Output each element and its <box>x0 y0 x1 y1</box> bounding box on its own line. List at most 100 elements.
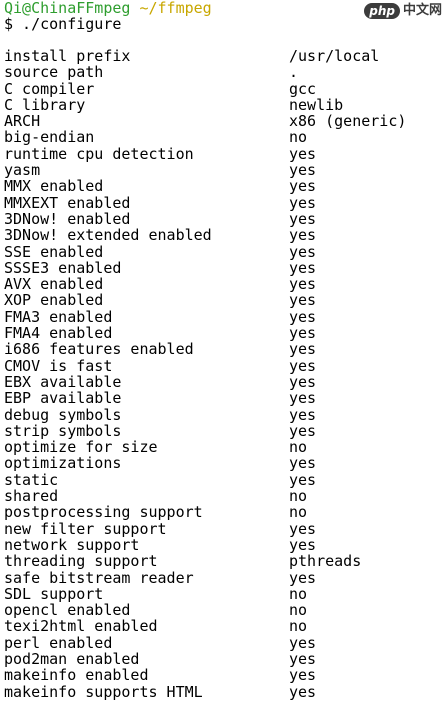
output-key: makeinfo supports HTML <box>4 682 203 701</box>
output-row: 3DNow! extended enabled yes <box>4 226 406 245</box>
configure-output: install prefix/usr/local source path. C co… <box>4 48 406 700</box>
output-key: ARCH <box>4 112 41 131</box>
output-key: debug symbols <box>4 405 122 424</box>
output-value: yes <box>289 258 317 277</box>
output-row: makeinfo enabled yes <box>4 666 406 685</box>
output-row: makeinfo supports HTML yes <box>4 682 406 701</box>
output-row: FMA4 enabled yes <box>4 324 406 343</box>
output-key: optimizations <box>4 454 122 473</box>
output-key: shared <box>4 487 59 506</box>
output-value: yes <box>289 242 317 261</box>
command-line: $ ./configure <box>4 15 122 33</box>
output-key: C library <box>4 95 86 114</box>
output-row: AVX enabled yes <box>4 275 406 294</box>
output-value: yes <box>289 307 317 326</box>
output-key: strip symbols <box>4 421 122 440</box>
output-value: no <box>289 128 308 147</box>
output-value: yes <box>289 275 317 294</box>
output-value: yes <box>289 226 317 245</box>
output-row: perl enabled yes <box>4 633 406 652</box>
output-row: texi2html enabled no <box>4 617 406 636</box>
output-key: network support <box>4 535 140 554</box>
output-key: FMA4 enabled <box>4 324 113 343</box>
output-row: ARCH x86 (generic) <box>4 112 406 131</box>
output-value: yes <box>289 519 317 538</box>
output-value: no <box>289 503 308 522</box>
output-row: 3DNow! enabled yes <box>4 209 406 228</box>
output-row: source path. <box>4 63 406 82</box>
output-key: EBP available <box>4 389 122 408</box>
output-key: AVX enabled <box>4 275 104 294</box>
output-value: yes <box>289 291 317 310</box>
output-row: pod2man enabled yes <box>4 649 406 668</box>
output-row: postprocessing support no <box>4 503 406 522</box>
output-value: yes <box>289 389 317 408</box>
output-key: postprocessing support <box>4 503 203 522</box>
output-row: EBP available yes <box>4 389 406 408</box>
output-row: C compiler gcc <box>4 79 406 98</box>
output-value: yes <box>289 421 317 440</box>
prompt-path: ~/ffmpeg <box>139 0 212 17</box>
output-value: yes <box>289 356 317 375</box>
output-key: source path <box>4 63 104 82</box>
output-key: safe bitstream reader <box>4 568 194 587</box>
output-row: SSSE3 enabled yes <box>4 258 406 277</box>
output-row: install prefix/usr/local <box>4 47 406 65</box>
output-value: no <box>289 438 308 457</box>
output-row: safe bitstream reader yes <box>4 568 406 587</box>
output-value: yes <box>289 568 317 587</box>
output-key: SDL support <box>4 584 104 603</box>
terminal-window[interactable]: Qi@ChinaFFmpeg ~/ffmpeg $ ./configure ph… <box>0 0 444 706</box>
output-row: CMOV is fast yes <box>4 356 406 375</box>
output-row: debug symbols yes <box>4 405 406 424</box>
output-key: i686 features enabled <box>4 340 194 359</box>
output-row: optimize for size no <box>4 438 406 457</box>
output-row: threading support pthreads <box>4 552 406 571</box>
output-value: yes <box>289 454 317 473</box>
output-value: . <box>289 63 299 82</box>
output-value: yes <box>289 470 317 489</box>
output-key: MMX enabled <box>4 177 104 196</box>
output-value: yes <box>289 209 317 228</box>
output-row: network support yes <box>4 535 406 554</box>
output-key: makeinfo enabled <box>4 666 149 685</box>
output-row: XOP enabled yes <box>4 291 406 310</box>
output-value: newlib <box>289 95 344 114</box>
output-value: yes <box>289 177 317 196</box>
output-key: MMXEXT enabled <box>4 193 131 212</box>
watermark-text: 中文网 <box>402 2 442 18</box>
output-value: yes <box>289 144 317 163</box>
output-key: static <box>4 470 59 489</box>
output-key: pod2man enabled <box>4 649 140 668</box>
output-key: opencl enabled <box>4 601 131 620</box>
output-key: FMA3 enabled <box>4 307 113 326</box>
output-key: perl enabled <box>4 633 113 652</box>
output-key: CMOV is fast <box>4 356 113 375</box>
output-value: yes <box>289 666 317 685</box>
output-value: no <box>289 584 308 603</box>
output-row: yasm yes <box>4 161 406 180</box>
output-key: new filter support <box>4 519 167 538</box>
output-key: texi2html enabled <box>4 617 158 636</box>
output-key: 3DNow! extended enabled <box>4 226 212 245</box>
output-row: FMA3 enabled yes <box>4 307 406 326</box>
output-key: install prefix <box>4 47 131 65</box>
output-value: no <box>289 487 308 506</box>
output-key: runtime cpu detection <box>4 144 194 163</box>
output-key: SSE enabled <box>4 242 104 261</box>
output-value: no <box>289 601 308 620</box>
output-row: static yes <box>4 470 406 489</box>
output-key: 3DNow! enabled <box>4 209 131 228</box>
output-value: yes <box>289 324 317 343</box>
output-value: /usr/local <box>289 47 380 65</box>
output-value: yes <box>289 161 317 180</box>
output-key: C compiler <box>4 79 95 98</box>
output-key: SSSE3 enabled <box>4 258 122 277</box>
output-key: threading support <box>4 552 158 571</box>
output-row: opencl enabled no <box>4 601 406 620</box>
output-row: C library newlib <box>4 95 406 114</box>
output-row: EBX available yes <box>4 374 406 391</box>
output-row: new filter support yes <box>4 519 406 538</box>
output-row: SDL support no <box>4 584 406 603</box>
output-value: yes <box>289 405 317 424</box>
